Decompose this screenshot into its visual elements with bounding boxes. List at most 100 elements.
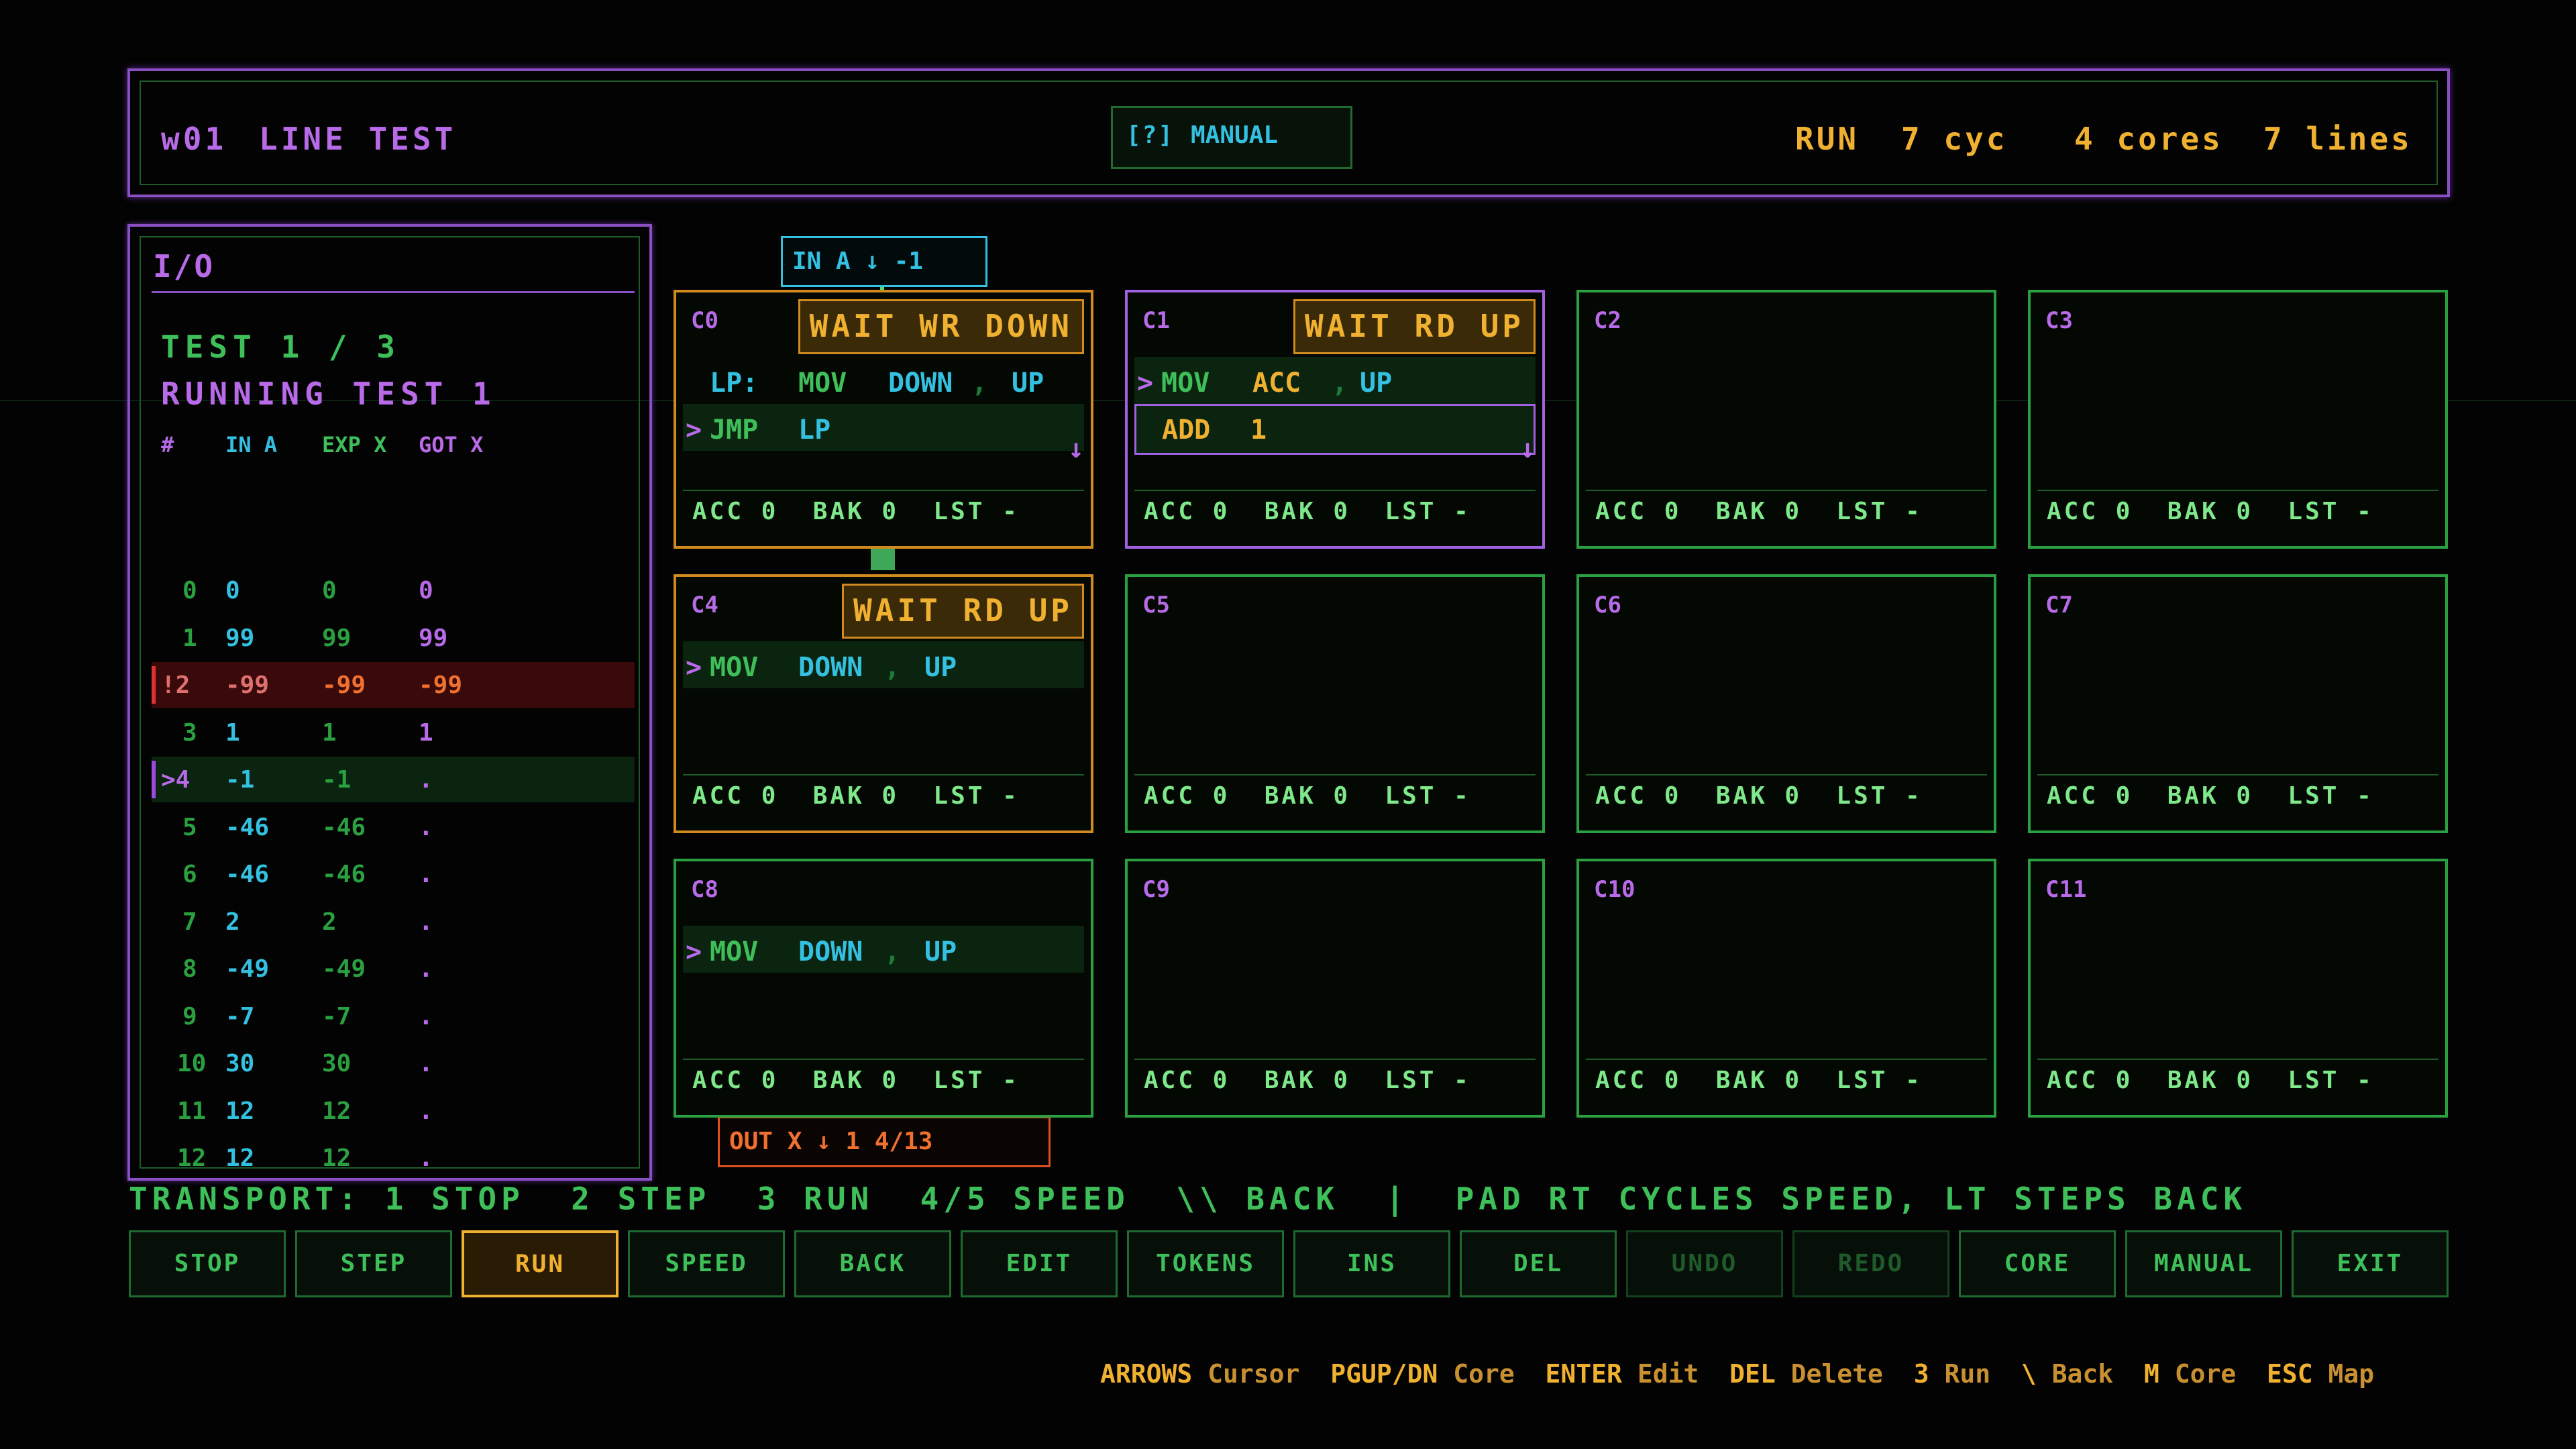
core-id: C1 [1142, 307, 1170, 334]
core-divider [2037, 774, 2438, 775]
core-registers: ACC 0 BAK 0 LST - [2047, 782, 2374, 810]
hint-key: ESC [2267, 1359, 2313, 1389]
col-header-in: IN A [225, 432, 278, 458]
code-line-2[interactable]: > JMP LP [683, 404, 1084, 451]
core-divider [683, 1059, 1084, 1060]
io-cell-got: . [419, 955, 433, 983]
io-cell-in: -46 [225, 813, 270, 841]
io-cell-exp: -1 [322, 766, 352, 794]
col-header-exp: EXP X [322, 432, 387, 458]
core-c11[interactable]: C11 ACC 0 BAK 0 LST - [2028, 859, 2448, 1118]
code-line-1[interactable]: LP: MOV DOWN , UP [683, 357, 1084, 404]
core-c9[interactable]: C9 ACC 0 BAK 0 LST - [1125, 859, 1545, 1118]
io-cell-exp: 12 [322, 1097, 352, 1125]
io-title: I/O [153, 248, 215, 284]
edit-button[interactable]: EDIT [961, 1230, 1118, 1297]
core-c6[interactable]: C6 ACC 0 BAK 0 LST - [1576, 574, 1996, 833]
core-id: C6 [1594, 592, 1621, 619]
manual-button[interactable]: MANUAL [2125, 1230, 2282, 1297]
io-cell-exp: -46 [322, 813, 366, 841]
core-id: C2 [1594, 307, 1621, 334]
io-cell-got: . [419, 1050, 433, 1077]
io-cell-in: 30 [225, 1050, 255, 1077]
redo-button[interactable]: REDO [1792, 1230, 1949, 1297]
back-button[interactable]: BACK [794, 1230, 951, 1297]
core-c3[interactable]: C3 ACC 0 BAK 0 LST - [2028, 290, 2448, 549]
code-line-2-selected[interactable]: ADD 1 [1134, 404, 1536, 455]
io-row: 0 0 0 0 [152, 568, 635, 613]
row-marker [152, 761, 156, 798]
hint-key: M [2143, 1359, 2159, 1389]
arg-token: UP [924, 936, 957, 967]
io-cell-n: 5 [182, 813, 197, 841]
core-c8[interactable]: C8 > MOV DOWN , UP ACC 0 BAK 0 LST - [674, 859, 1093, 1118]
code-line-1[interactable]: > MOV DOWN , UP [683, 641, 1084, 688]
cycle-count: 7 cyc [1901, 121, 2008, 157]
core-registers: ACC 0 BAK 0 LST - [692, 782, 1020, 810]
c0-c4-port-indicator [871, 547, 895, 570]
speed-button[interactable]: SPEED [628, 1230, 785, 1297]
io-divider [152, 291, 635, 293]
io-row: 8 -49 -49. [152, 946, 635, 991]
core-registers: ACC 0 BAK 0 LST - [1144, 782, 1471, 810]
step-button[interactable]: STEP [295, 1230, 452, 1297]
tokens-button[interactable]: TOKENS [1127, 1230, 1284, 1297]
code-line-1[interactable]: > MOV ACC , UP [1134, 357, 1536, 404]
core-divider [683, 490, 1084, 491]
hint-desc: Run [1944, 1359, 1991, 1389]
exit-button[interactable]: EXIT [2292, 1230, 2449, 1297]
test-number: TEST 1 / 3 [161, 329, 400, 365]
arg-token: DOWN [888, 368, 953, 398]
core-id: C4 [691, 592, 718, 619]
io-cell-exp: -46 [322, 861, 366, 888]
del-button[interactable]: DEL [1460, 1230, 1617, 1297]
io-cell-got: . [419, 766, 433, 794]
undo-button[interactable]: UNDO [1626, 1230, 1783, 1297]
io-row: 9 -7 -7. [152, 994, 635, 1039]
core-button[interactable]: CORE [1959, 1230, 2116, 1297]
io-cell-in: -99 [225, 672, 270, 699]
io-cell-got: . [419, 1097, 433, 1125]
ins-button[interactable]: INS [1293, 1230, 1450, 1297]
hint-key: 3 [1913, 1359, 1929, 1389]
hint-key: ARROWS [1100, 1359, 1193, 1389]
manual-button[interactable]: [?] MANUAL [1111, 106, 1352, 169]
core-id: C11 [2045, 876, 2087, 903]
level-id: w01 [161, 121, 227, 157]
core-c0[interactable]: C0 WAIT WR DOWN LP: MOV DOWN , UP > JMP … [674, 290, 1093, 549]
io-cell-exp: 1 [322, 718, 337, 747]
io-row: 722. [152, 899, 635, 945]
io-cell-n: 12 [177, 1144, 207, 1172]
transport-help: TRANSPORT: 1 STOP 2 STEP 3 RUN 4/5 SPEED… [129, 1181, 2247, 1217]
arg-token: UP [1012, 368, 1044, 398]
io-row: 12 12 12. [152, 1135, 635, 1181]
core-c4[interactable]: C4 WAIT RD UP > MOV DOWN , UP ACC 0 BAK … [674, 574, 1093, 833]
stop-button[interactable]: STOP [129, 1230, 286, 1297]
core-divider [2037, 1059, 2438, 1060]
core-id: C0 [691, 307, 718, 334]
io-row-current: >4 -1 -1. [152, 757, 635, 802]
core-c5[interactable]: C5 ACC 0 BAK 0 LST - [1125, 574, 1545, 833]
io-cell-n: >4 [161, 766, 191, 794]
core-c10[interactable]: C10 ACC 0 BAK 0 LST - [1576, 859, 1996, 1118]
op-token: MOV [710, 652, 759, 683]
core-status-badge: WAIT WR DOWN [798, 299, 1084, 354]
core-c1[interactable]: C1 WAIT RD UP > MOV ACC , UP ADD 1 ↓ ACC… [1125, 290, 1545, 549]
io-cell-n: 10 [177, 1050, 207, 1077]
op-token: MOV [1161, 368, 1210, 398]
core-divider [1134, 1059, 1536, 1060]
run-button[interactable]: RUN [462, 1230, 619, 1297]
exec-caret-icon: > [686, 652, 702, 683]
core-c2[interactable]: C2 ACC 0 BAK 0 LST - [1576, 290, 1996, 549]
io-cell-got: . [419, 1002, 433, 1030]
code-line-1[interactable]: > MOV DOWN , UP [683, 926, 1084, 973]
core-c7[interactable]: C7 ACC 0 BAK 0 LST - [2028, 574, 2448, 833]
io-cell-in: -1 [225, 766, 255, 794]
line-count: 7 lines [2263, 121, 2412, 157]
op-token: MOV [798, 368, 847, 398]
io-cell-got: 1 [419, 718, 433, 747]
core-divider [1586, 490, 1987, 491]
core-registers: ACC 0 BAK 0 LST - [1595, 1067, 1923, 1094]
core-divider [683, 774, 1084, 775]
op-token: MOV [710, 936, 759, 967]
